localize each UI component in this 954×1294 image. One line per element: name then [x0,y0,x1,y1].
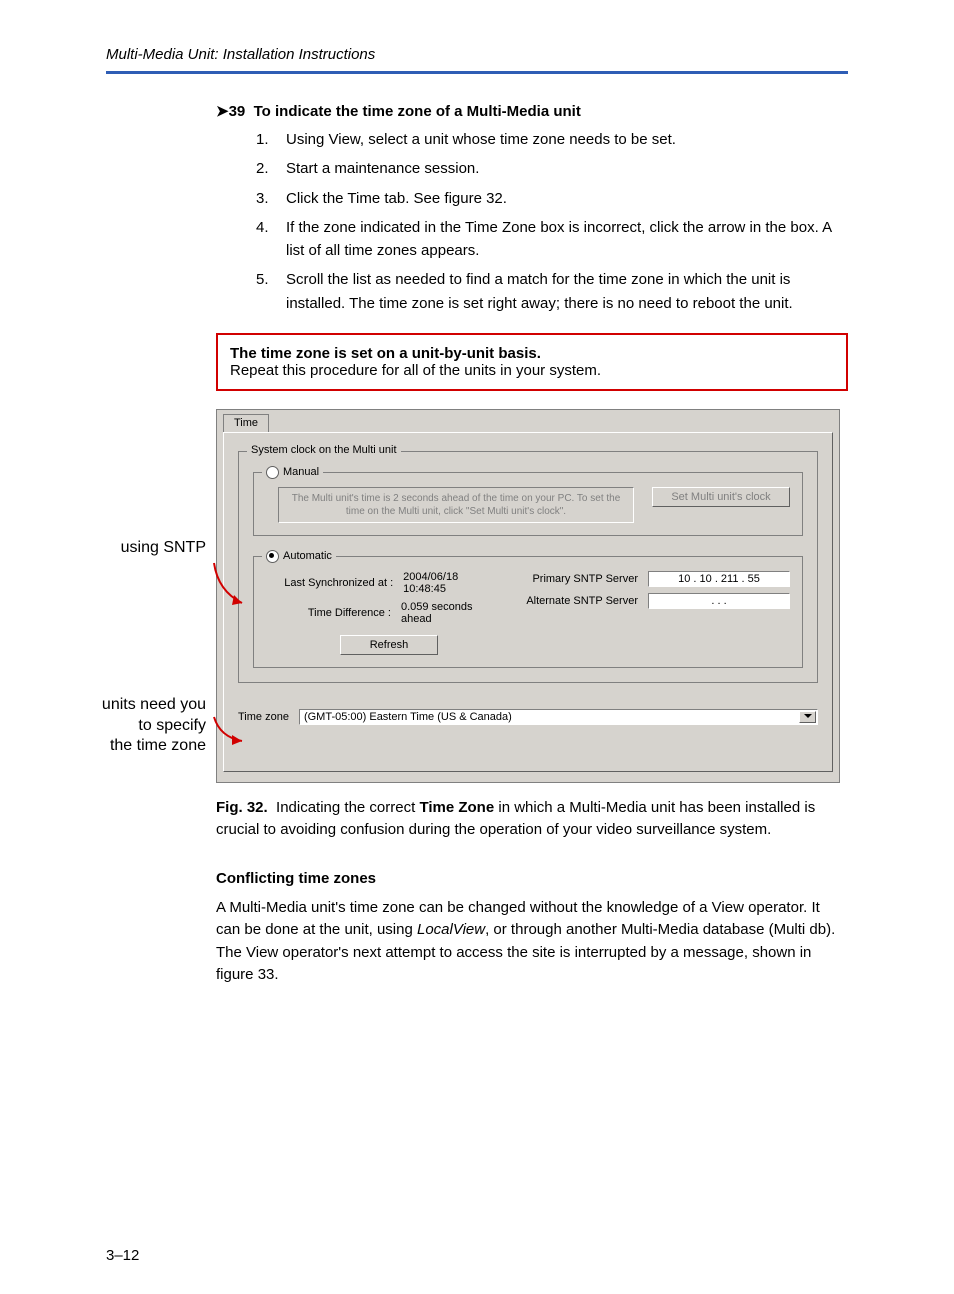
last-sync-value: 2004/06/18 10:48:45 [403,571,500,595]
warning-text: Repeat this procedure for all of the uni… [230,362,601,379]
warning-box: The time zone is set on a unit-by-unit b… [216,333,848,391]
margin-label-line: units need you [102,696,206,713]
step-number: 1. [256,128,286,151]
triangle-bullet-icon: ➤ [216,103,229,120]
automatic-radio[interactable] [266,550,279,563]
time-tab-screenshot: Time System clock on the Multi unit Manu… [216,409,840,783]
procedure-list: 1.Using View, select a unit whose time z… [256,128,848,315]
automatic-radio-label: Automatic [283,550,332,562]
last-sync-label: Last Synchronized at : [278,577,393,589]
timezone-value: (GMT-05:00) Eastern Time (US & Canada) [304,711,512,723]
step-text: If the zone indicated in the Time Zone b… [286,216,848,263]
timezone-label: Time zone [238,711,289,723]
margin-label-timezone: units need you to specify the time zone [96,695,206,757]
step-text: Using View, select a unit whose time zon… [286,128,676,151]
step-number: 2. [256,157,286,180]
primary-sntp-label: Primary SNTP Server [518,573,638,585]
timezone-select[interactable]: (GMT-05:00) Eastern Time (US & Canada) [299,709,818,725]
manual-radio[interactable] [266,466,279,479]
step-number: 3. [256,187,286,210]
page-number: 3–12 [106,1247,848,1264]
timezone-row: Time zone (GMT-05:00) Eastern Time (US &… [238,709,818,725]
section-number: 39 [229,103,246,120]
figure-number: Fig. 32. [216,799,268,816]
caption-bold: Time Zone [419,799,494,816]
group-legend: System clock on the Multi unit [247,444,401,456]
section-title: To indicate the time zone of a Multi-Med… [254,103,581,120]
section-heading: ➤39 To indicate the time zone of a Multi… [216,102,848,120]
body-paragraph: A Multi-Media unit's time zone can be ch… [216,897,848,987]
time-diff-label: Time Difference : [278,607,391,619]
subsection-heading: Conflicting time zones [216,870,848,887]
running-header: Multi-Media Unit: Installation Instructi… [106,46,848,74]
alternate-sntp-label: Alternate SNTP Server [518,595,638,607]
tab-time[interactable]: Time [223,414,269,432]
step-number: 5. [256,268,286,315]
margin-label-line: to specify [138,717,206,734]
para-italic: LocalView [417,921,485,938]
step-text: Click the Time tab. See figure 32. [286,187,507,210]
primary-sntp-input[interactable]: 10 . 10 . 211 . 55 [648,571,790,587]
manual-subgroup: Manual The Multi unit's time is 2 second… [253,472,803,536]
manual-status-text: The Multi unit's time is 2 seconds ahead… [278,487,634,523]
step-text: Start a maintenance session. [286,157,479,180]
figure-caption: Fig. 32. Indicating the correct Time Zon… [216,797,848,842]
set-clock-button[interactable]: Set Multi unit's clock [652,487,790,507]
step-number: 4. [256,216,286,263]
chevron-down-icon[interactable] [799,711,816,723]
margin-label-sntp: using SNTP [96,539,206,557]
manual-radio-label: Manual [283,466,319,478]
margin-label-line: the time zone [110,737,206,754]
automatic-subgroup: Automatic Last Synchronized at : 2004/06… [253,556,803,668]
step-text: Scroll the list as needed to find a matc… [286,268,848,315]
caption-text: Indicating the correct [276,799,419,816]
refresh-button[interactable]: Refresh [340,635,438,655]
warning-bold: The time zone is set on a unit-by-unit b… [230,345,541,362]
system-clock-group: System clock on the Multi unit Manual Th… [238,451,818,683]
alternate-sntp-input[interactable]: . . . [648,593,790,609]
time-diff-value: 0.059 seconds ahead [401,601,500,625]
